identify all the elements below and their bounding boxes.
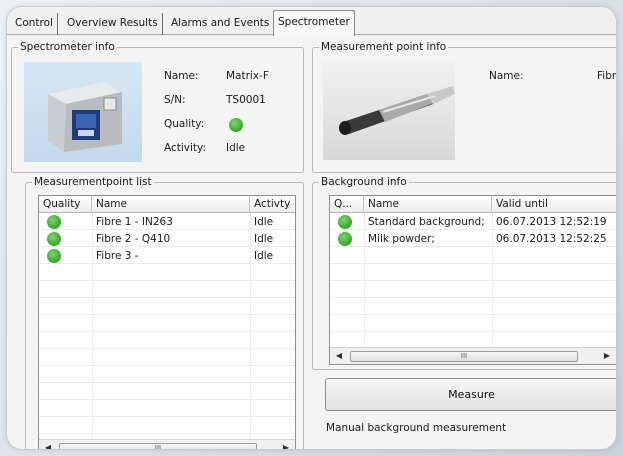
status-ok-icon [338,232,352,246]
fibre-activity: Idle [254,250,274,262]
tab-spectrometer[interactable]: Spectrometer [273,10,355,36]
background-name: Milk powder; [368,233,435,245]
fibre-probe-image [323,60,455,160]
background-valid-until: 06.07.2013 12:52:19 [496,216,607,228]
background-info-group: Background info Q... Name Valid until St… [312,176,616,370]
status-ok-icon [229,118,243,132]
table-row[interactable]: Fibre 1 - IN263 Idle [39,214,295,230]
background-info-title: Background info [319,176,409,188]
spectrometer-name-value: Matrix-F [226,70,269,82]
spectrometer-quality-label: Quality: [164,118,205,130]
table-row[interactable]: Fibre 3 - Idle [39,248,295,264]
manual-background-status-text: Manual background measurement [326,422,507,434]
background-name: Standard background; [368,216,485,228]
column-name[interactable]: Name [364,196,492,213]
spectrometer-quality-indicator [229,118,243,135]
fibre-name: Fibre 3 - [96,250,139,262]
spectrometer-info-group: Spectrometer info Name: Matrix-F S/N: TS… [11,41,304,173]
scroll-right-icon[interactable]: ▶ [599,349,615,363]
measurement-point-name-value: Fibre 1 [597,70,616,82]
column-activity[interactable]: Activty [250,196,297,213]
measurement-point-name-label: Name: [489,70,524,82]
measurementpoint-list-header: Quality Name Activty [39,196,295,213]
status-ok-icon [338,215,352,229]
status-ok-icon [47,232,61,246]
measure-button[interactable]: Measure [325,378,616,411]
measurementpoint-list-group: Measurementpoint list Quality Name Activ… [25,176,304,449]
scroll-thumb[interactable]: III [350,351,578,362]
tab-control[interactable]: Control [11,13,58,35]
spectrometer-device-image [24,62,142,162]
spectrometer-window: Control Overview Results Alarms and Even… [6,6,617,450]
tab-alarms-and-events[interactable]: Alarms and Events [167,13,275,35]
spectrometer-sn-value: TS0001 [226,94,266,106]
status-ok-icon [47,215,61,229]
tab-overview-results[interactable]: Overview Results [63,13,163,35]
table-row[interactable]: Fibre 2 - Q410 Idle [39,231,295,247]
column-valid-until[interactable]: Valid until [492,196,616,213]
spectrometer-name-label: Name: [164,70,199,82]
measurementpoint-list-title: Measurementpoint list [32,176,154,188]
background-listview[interactable]: Q... Name Valid until Standard backgroun… [329,195,616,365]
scroll-left-icon[interactable]: ◀ [40,441,56,449]
table-row[interactable]: Standard background; 06.07.2013 12:52:19 [330,214,616,230]
background-list-header: Q... Name Valid until [330,196,616,213]
measurementpoint-hscrollbar[interactable]: ◀ III ▶ [39,439,295,449]
spectrometer-activity-label: Activity: [164,142,207,154]
tab-bar: Control Overview Results Alarms and Even… [7,7,616,36]
spectrometer-sn-label: S/N: [164,94,186,106]
background-hscrollbar[interactable]: ◀ III ▶ [330,347,616,364]
column-quality[interactable]: Q... [330,196,364,213]
spectrometer-device-graphic [48,82,122,152]
status-ok-icon [47,249,61,263]
spectrometer-info-title: Spectrometer info [18,41,117,53]
measurement-point-info-group: Measurement point info Name: Fibre 1 [312,41,616,173]
scroll-left-icon[interactable]: ◀ [331,349,347,363]
spectrometer-activity-value: Idle [226,142,246,154]
column-name[interactable]: Name [92,196,250,213]
fibre-probe-graphic [339,86,455,135]
fibre-name: Fibre 1 - IN263 [96,216,173,228]
scroll-right-icon[interactable]: ▶ [278,441,294,449]
fibre-name: Fibre 2 - Q410 [96,233,171,245]
table-row[interactable]: Milk powder; 06.07.2013 12:52:25 [330,231,616,247]
column-quality[interactable]: Quality [39,196,92,213]
measurement-point-info-title: Measurement point info [319,41,449,53]
measurementpoint-listview[interactable]: Quality Name Activty Fibre 1 - IN263 Idl… [38,195,296,449]
fibre-activity: Idle [254,233,274,245]
fibre-activity: Idle [254,216,274,228]
background-valid-until: 06.07.2013 12:52:25 [496,233,607,245]
scroll-thumb[interactable]: III [59,443,257,449]
